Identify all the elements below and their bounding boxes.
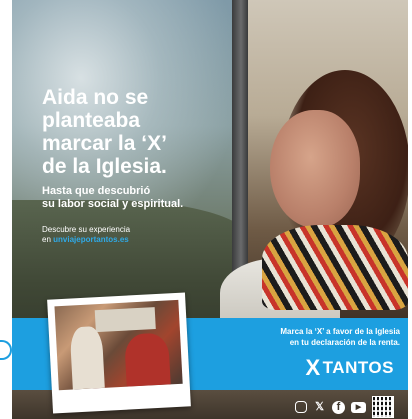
banner-line: en tu declaración de la renta.: [289, 338, 400, 347]
polaroid-window: [94, 307, 156, 333]
discover-text: Descubre su experiencia en unviajeportan…: [42, 225, 242, 245]
banner-text: Marca la ‘X’ a favor de la Iglesia en tu…: [222, 326, 400, 348]
discover-link-line: en unviajeportantos.es: [42, 235, 242, 245]
poster: Aida no se planteaba marcar la ‘X’ de la…: [12, 0, 408, 419]
discover-label: Descubre su experiencia: [42, 225, 131, 234]
brand-mark: X: [305, 355, 321, 380]
qr-code[interactable]: [372, 396, 394, 418]
social-links: 𝕏 f ▶: [295, 396, 394, 418]
headline: Aida no se planteaba marcar la ‘X’ de la…: [42, 86, 232, 178]
woman-scarf: [262, 225, 408, 310]
polaroid-person: [124, 332, 171, 387]
subheadline-line: su labor social y espiritual.: [42, 198, 184, 210]
subheadline: Hasta que descubrió su labor social y es…: [42, 185, 242, 211]
polaroid-image: [54, 299, 183, 391]
website-link[interactable]: unviajeportantos.es: [53, 235, 129, 244]
facebook-icon[interactable]: f: [332, 400, 345, 414]
headline-line: marcar la ‘X’: [42, 132, 167, 155]
polaroid-person: [69, 325, 105, 390]
discover-prefix: en: [42, 235, 51, 244]
polaroid-photo: [47, 292, 191, 414]
headline-line: Aida no se: [42, 86, 149, 109]
youtube-icon[interactable]: ▶: [351, 401, 366, 413]
banner-line: Marca la ‘X’ a favor de la Iglesia: [280, 327, 400, 336]
subheadline-line: Hasta que descubrió: [42, 185, 151, 197]
instagram-icon[interactable]: [295, 401, 307, 413]
woman-face: [270, 110, 360, 228]
left-edge-decoration: [0, 340, 12, 360]
headline-line: planteaba: [42, 109, 141, 132]
x-icon[interactable]: 𝕏: [313, 401, 326, 414]
brand-name: TANTOS: [322, 358, 394, 377]
headline-line: de la Iglesia.: [42, 155, 167, 178]
xtantos-logo: X TANTOS: [305, 355, 394, 380]
